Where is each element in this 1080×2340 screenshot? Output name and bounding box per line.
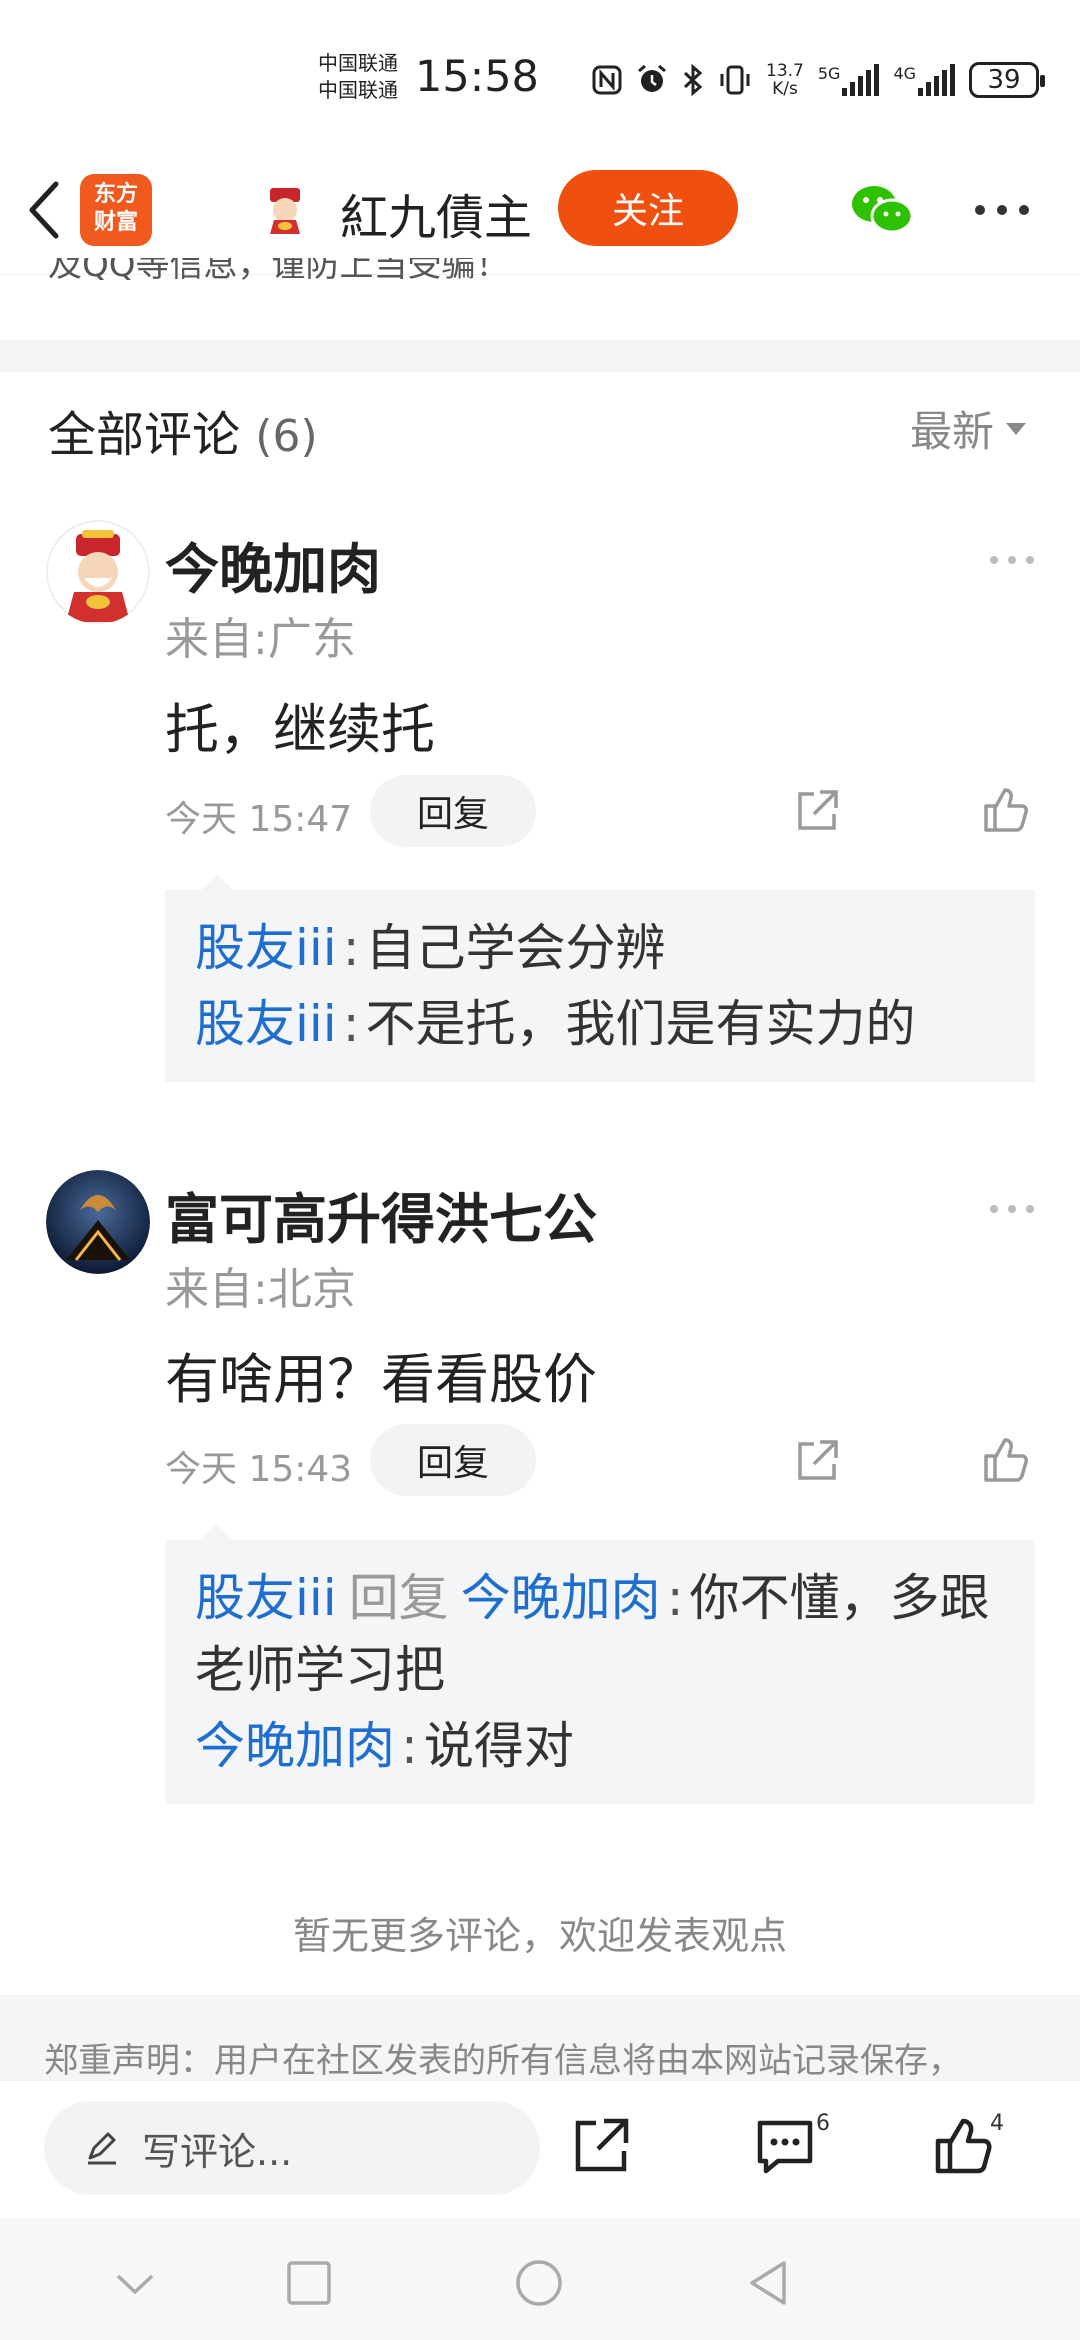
reply-separator: : — [342, 995, 360, 1053]
net-speed: 13.7 K/s — [766, 62, 804, 98]
signal-bars-icon — [918, 64, 956, 96]
status-bar: 中国联通 中国联通 15:58 13.7 K/s 5G 4G 39 — [0, 0, 1080, 150]
like-icon[interactable] — [932, 2115, 994, 2177]
bluetooth-icon — [683, 64, 703, 96]
reply-button[interactable]: 回复 — [370, 775, 536, 847]
nav-circle-icon[interactable] — [514, 2258, 564, 2308]
wechat-icon[interactable] — [850, 182, 914, 238]
comment-icon[interactable] — [754, 2115, 816, 2177]
comment-text[interactable]: 托，继续托 — [165, 685, 435, 764]
reply-text: 不是托，我们是有实力的 — [365, 995, 916, 1053]
avatar[interactable] — [46, 1170, 150, 1274]
sim2-type: 4G — [893, 64, 917, 83]
comment-time: 今天 15:43 — [165, 1449, 353, 1490]
comments-count: (6) — [255, 411, 318, 462]
comment-author[interactable]: 今晚加肉 — [165, 525, 381, 604]
sort-label: 最新 — [910, 407, 995, 456]
sim1-type: 5G — [817, 64, 841, 83]
more-icon[interactable] — [972, 200, 1032, 220]
reply-thread: 股友iii 回复 今晚加肉: 你不懂，多跟老师学习把 今晚加肉: 说得对 — [165, 1524, 1035, 1804]
app-logo[interactable]: 东方 财富 — [80, 174, 152, 246]
status-icons: 13.7 K/s 5G 4G 39 — [592, 56, 1046, 104]
share-icon[interactable] — [792, 786, 842, 836]
reply-line[interactable]: 今晚加肉: 说得对 — [195, 1710, 1005, 1782]
reply-text: 说得对 — [423, 1717, 574, 1775]
sort-dropdown[interactable]: 最新 — [910, 398, 1027, 459]
comment-count-badge: 6 — [816, 2111, 830, 2136]
share-icon[interactable] — [570, 2115, 632, 2177]
top-nav: 东方 财富 紅九債主 关注 — [0, 150, 1080, 275]
reply-text: 自己学会分辨 — [365, 919, 666, 977]
author-name[interactable]: 紅九債主 — [340, 178, 532, 248]
net-speed-value: 13.7 — [766, 61, 804, 81]
reply-word: 回复 — [348, 1569, 449, 1627]
disclaimer-text: 郑重声明：用户在社区发表的所有信息将由本网站记录保存， — [44, 2041, 962, 2080]
no-more-comments: 暂无更多评论，欢迎发表观点 — [292, 1914, 787, 1958]
battery-level: 39 — [987, 65, 1021, 95]
alarm-icon — [638, 64, 666, 92]
comment-location: 来自:广东 — [165, 614, 356, 665]
net-speed-unit: K/s — [772, 79, 798, 99]
app-logo-line1: 东方 — [93, 182, 138, 207]
reply-line[interactable]: 股友iii: 自己学会分辨 — [195, 912, 1005, 984]
avatar[interactable] — [46, 520, 150, 624]
bottom-action-bar: 写评论... 6 4 — [0, 2080, 1080, 2218]
comment-time: 今天 15:47 — [165, 799, 353, 840]
reply-line[interactable]: 股友iii: 不是托，我们是有实力的 — [195, 988, 1005, 1060]
write-comment-placeholder: 写评论... — [142, 2129, 293, 2174]
vibrate-icon — [720, 65, 750, 95]
like-count-badge: 4 — [990, 2111, 1004, 2136]
reply-separator: : — [401, 1717, 418, 1775]
battery-icon: 39 — [969, 62, 1046, 98]
follow-button[interactable]: 关注 — [558, 170, 738, 246]
nav-back-triangle-icon[interactable] — [744, 2258, 794, 2308]
comment-text[interactable]: 有啥用？看看股价 — [165, 1335, 597, 1414]
carrier-2: 中国联通 — [318, 78, 398, 102]
reply-button[interactable]: 回复 — [370, 1424, 536, 1496]
reply-target-user[interactable]: 今晚加肉 — [461, 1569, 661, 1627]
more-icon[interactable] — [988, 553, 1036, 567]
reply-line[interactable]: 股友iii 回复 今晚加肉: 你不懂，多跟老师学习把 — [195, 1562, 1005, 1706]
comments-title: 全部评论 — [48, 407, 241, 463]
signal-sim1: 5G — [818, 64, 880, 96]
dropdown-arrow-icon — [1006, 422, 1027, 435]
comment-author[interactable]: 富可高升得洪七公 — [165, 1175, 597, 1254]
write-comment-input[interactable]: 写评论... — [44, 2101, 540, 2195]
section-divider — [0, 340, 1080, 372]
reply-user[interactable]: 今晚加肉 — [195, 1717, 395, 1775]
clipped-notice-text: 及QQ等信息，谨防上当受骗！ — [48, 258, 510, 280]
nav-square-icon[interactable] — [284, 2258, 334, 2308]
like-icon[interactable] — [980, 1434, 1030, 1484]
more-icon[interactable] — [988, 1202, 1036, 1216]
carrier-1: 中国联通 — [318, 51, 398, 75]
pencil-icon — [88, 2132, 116, 2165]
status-time: 15:58 — [415, 52, 539, 102]
signal-bars-icon — [842, 64, 880, 96]
nfc-icon — [592, 65, 622, 95]
disclaimer-section: 郑重声明：用户在社区发表的所有信息将由本网站记录保存， — [0, 1995, 1080, 2080]
signal-sim2: 4G — [893, 64, 956, 96]
comment-location: 来自:北京 — [165, 1264, 356, 1315]
like-icon[interactable] — [980, 784, 1030, 834]
reply-separator: : — [342, 919, 360, 977]
carrier-labels: 中国联通 中国联通 — [318, 50, 398, 104]
reply-user[interactable]: 股友iii — [195, 1569, 337, 1627]
app-logo-line2: 财富 — [93, 210, 138, 235]
share-icon[interactable] — [792, 1436, 842, 1486]
author-avatar[interactable] — [256, 180, 314, 238]
back-icon[interactable] — [24, 178, 64, 242]
reply-user[interactable]: 股友iii — [195, 919, 337, 977]
reply-thread: 股友iii: 自己学会分辨 股友iii: 不是托，我们是有实力的 — [165, 874, 1035, 1082]
reply-separator: : — [666, 1569, 684, 1627]
nav-down-icon[interactable] — [110, 2258, 160, 2308]
reply-user[interactable]: 股友iii — [195, 995, 337, 1053]
system-nav-bar — [0, 2218, 1080, 2340]
comments-header: 全部评论 (6) — [48, 395, 318, 465]
